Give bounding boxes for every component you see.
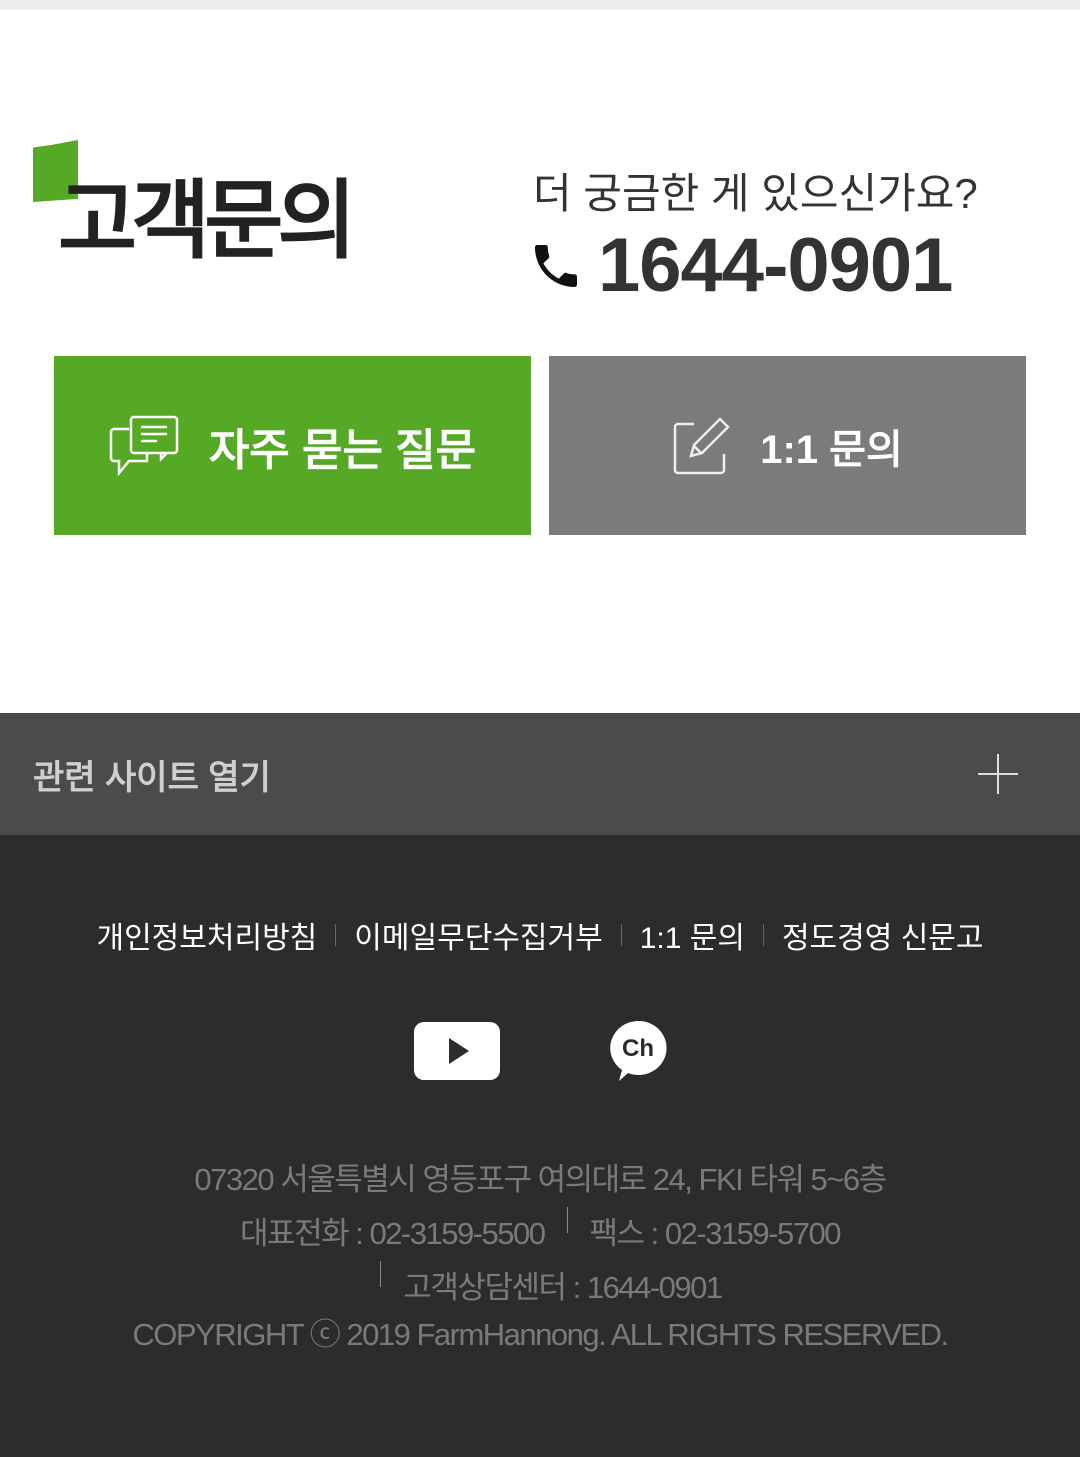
kakao-label: Ch: [622, 1035, 654, 1062]
divider: [335, 924, 337, 946]
youtube-icon[interactable]: [413, 1021, 501, 1081]
page-title: 고객문의: [33, 140, 356, 269]
one-to-one-inquiry-button[interactable]: 1:1 문의: [549, 356, 1026, 535]
phone-icon: [535, 244, 577, 287]
divider: [762, 924, 764, 946]
question-text: 더 궁금한 게 있으신가요?: [533, 170, 978, 217]
faq-label: 자주 묻는 질문: [208, 425, 477, 475]
customer-center: 고객상담센터 : 1644-0901: [403, 1270, 723, 1305]
kakao-channel-icon[interactable]: Ch: [609, 1020, 667, 1082]
main-phone: 대표전화 : 02-3159-5500: [240, 1216, 546, 1251]
edit-icon: [673, 416, 731, 474]
phone-contact[interactable]: 1644-0901: [528, 222, 953, 309]
inquiry-link[interactable]: 1:1 문의: [640, 913, 745, 957]
plus-icon[interactable]: [978, 754, 1018, 794]
phone-number: 1644-0901: [598, 223, 953, 308]
footer-links: 개인정보처리방침 이메일무단수집거부 1:1 문의 정도경영 신문고: [0, 913, 1080, 957]
faq-button[interactable]: 자주 묻는 질문: [54, 356, 531, 535]
divider: [380, 1261, 382, 1287]
email-refusal-link[interactable]: 이메일무단수집거부: [354, 913, 602, 957]
chat-bubbles-icon: [109, 415, 179, 476]
qna-label: 1:1 문의: [760, 427, 903, 472]
footer: 개인정보처리방침 이메일무단수집거부 1:1 문의 정도경영 신문고 Ch 07…: [0, 835, 1080, 1457]
company-info: 07320 서울특별시 영등포구 여의대로 24, FKI 타워 5~6층 대표…: [0, 1153, 1080, 1355]
top-bar: [0, 0, 1080, 10]
ethics-report-link[interactable]: 정도경영 신문고: [782, 913, 984, 957]
divider: [566, 1207, 568, 1233]
divider: [620, 924, 622, 946]
related-sites-toggle[interactable]: 관련 사이트 열기: [0, 713, 1080, 835]
address: 07320 서울특별시 영등포구 여의대로 24, FKI 타워 5~6층: [194, 1162, 887, 1197]
related-sites-label: 관련 사이트 열기: [33, 758, 271, 797]
title-text: 고객문의: [58, 173, 356, 269]
social-links: Ch: [0, 1020, 1080, 1082]
copyright: COPYRIGHT ⓒ 2019 FarmHannong. ALL RIGHTS…: [132, 1317, 949, 1352]
fax: 팩스 : 02-3159-5700: [589, 1216, 842, 1251]
privacy-policy-link[interactable]: 개인정보처리방침: [96, 913, 317, 957]
